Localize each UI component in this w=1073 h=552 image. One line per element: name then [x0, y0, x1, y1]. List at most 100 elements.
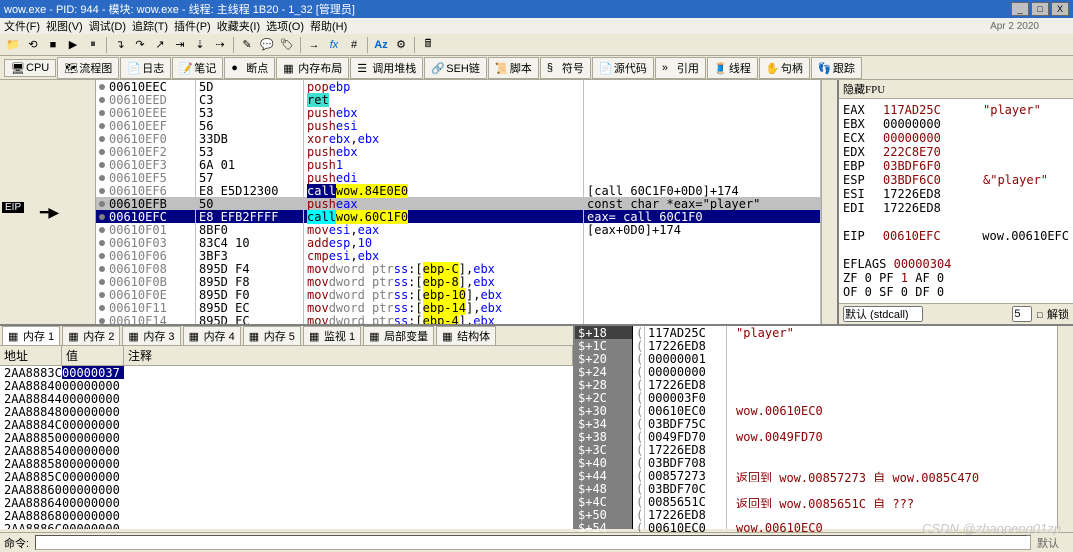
- disasm-instruction[interactable]: push esi: [304, 119, 583, 132]
- disasm-addr[interactable]: 00610F0E: [96, 288, 195, 301]
- maximize-button[interactable]: □: [1031, 2, 1049, 16]
- stack-comment[interactable]: 返回到 wow.00857273 自 wow.0085C470: [733, 469, 1057, 482]
- disasm-bytes[interactable]: 895D FC: [196, 314, 303, 324]
- dump-tab[interactable]: ▦内存 5: [243, 326, 301, 346]
- disasm-addr[interactable]: 00610EF2: [96, 145, 195, 158]
- stack-value[interactable]: 0049FD70: [645, 430, 726, 443]
- disasm-instruction[interactable]: push ebx: [304, 145, 583, 158]
- disasm-addr[interactable]: 00610F0B: [96, 275, 195, 288]
- disasm-bytes[interactable]: C3: [196, 93, 303, 106]
- stack-value[interactable]: 00610EC0: [645, 404, 726, 417]
- disasm-instruction[interactable]: xor ebx,ebx: [304, 132, 583, 145]
- stack-offset[interactable]: $+18: [575, 326, 632, 339]
- disasm-comment[interactable]: [call 60C1F0+0D0]+174: [584, 184, 820, 197]
- view-tab[interactable]: ✋句柄: [759, 57, 810, 79]
- disasm-bytes[interactable]: 895D F8: [196, 275, 303, 288]
- unlock-checkbox-label[interactable]: 解锁: [1047, 306, 1069, 322]
- disasm-instruction[interactable]: mov dword ptr ss:[ebp-C],ebx: [304, 262, 583, 275]
- dump-row[interactable]: 2AA8886C00000000: [0, 522, 573, 529]
- view-tab[interactable]: 👣跟踪: [811, 57, 862, 79]
- stack-value[interactable]: 17226ED8: [645, 378, 726, 391]
- stack-value[interactable]: 03BDF708: [645, 456, 726, 469]
- dump-body[interactable]: 2AA8883C000000372AA88840000000002AA88844…: [0, 366, 573, 529]
- disasm-instruction[interactable]: mov dword ptr ss:[ebp-14],ebx: [304, 301, 583, 314]
- dump-tab[interactable]: ▦监视 1: [303, 326, 361, 346]
- trace-into-icon[interactable]: ⇣: [191, 36, 209, 54]
- stack-comment[interactable]: wow.0049FD70: [733, 430, 1057, 443]
- command-input[interactable]: [35, 535, 1031, 550]
- stack-value[interactable]: 00000001: [645, 352, 726, 365]
- dump-row[interactable]: 2AA8885400000000: [0, 444, 573, 457]
- disasm-bytes[interactable]: 8BF0: [196, 223, 303, 236]
- stack-value[interactable]: 117AD25C: [645, 326, 726, 339]
- comment-icon[interactable]: 💬: [258, 36, 276, 54]
- pause-icon[interactable]: ⏸: [84, 36, 102, 54]
- patch-icon[interactable]: ✎: [238, 36, 256, 54]
- disasm-bytes[interactable]: E8 E5D12300: [196, 184, 303, 197]
- disasm-bytes[interactable]: 57: [196, 171, 303, 184]
- view-tab[interactable]: »引用: [655, 57, 706, 79]
- disasm-instruction[interactable]: push eax: [304, 197, 583, 210]
- stack-offset[interactable]: $+50: [575, 508, 632, 521]
- stack-offset[interactable]: $+2C: [575, 391, 632, 404]
- stack-comment[interactable]: [733, 443, 1057, 456]
- run-to-icon[interactable]: ⇥: [171, 36, 189, 54]
- eflags-row[interactable]: EFLAGS 00000304: [843, 257, 1069, 271]
- stack-offset[interactable]: $+38: [575, 430, 632, 443]
- disasm-instruction[interactable]: ret: [304, 93, 583, 106]
- dump-tab[interactable]: ▦内存 3: [122, 326, 180, 346]
- dump-row[interactable]: 2AA8884000000000: [0, 379, 573, 392]
- dump-col-value[interactable]: 值: [62, 346, 124, 365]
- stack-comment[interactable]: wow.00610EC0: [733, 404, 1057, 417]
- disasm-comment[interactable]: [eax+0D0]+174: [584, 223, 820, 236]
- disasm-addr[interactable]: 00610EF6: [96, 184, 195, 197]
- stack-panel[interactable]: $+18$+1C$+20$+24$+28$+2C$+30$+34$+38$+3C…: [575, 326, 1073, 529]
- disasm-instruction[interactable]: push edi: [304, 171, 583, 184]
- register-row[interactable]: EBP03BDF6F0: [843, 159, 1069, 173]
- run-icon[interactable]: ▶: [64, 36, 82, 54]
- view-tab[interactable]: 🖥CPU: [4, 59, 56, 77]
- disasm-scrollbar[interactable]: [821, 80, 837, 324]
- register-row[interactable]: EDI17226ED8: [843, 201, 1069, 215]
- stack-comment[interactable]: "player": [733, 326, 1057, 339]
- dump-row[interactable]: 2AA8886000000000: [0, 483, 573, 496]
- dump-tab[interactable]: ▦内存 4: [183, 326, 241, 346]
- disasm-addr[interactable]: 00610F06: [96, 249, 195, 262]
- disasm-bytes[interactable]: 50: [196, 197, 303, 210]
- stack-value[interactable]: 17226ED8: [645, 443, 726, 456]
- view-tab[interactable]: ●断点: [224, 57, 275, 79]
- menu-item[interactable]: 调试(D): [89, 18, 126, 34]
- disasm-addr[interactable]: 00610EEF: [96, 119, 195, 132]
- stack-offset[interactable]: $+20: [575, 352, 632, 365]
- disasm-bytes[interactable]: E8 EFB2FFFF: [196, 210, 303, 223]
- dump-tab[interactable]: ▦内存 2: [62, 326, 120, 346]
- disasm-comment[interactable]: [584, 93, 820, 106]
- view-tab[interactable]: 📄源代码: [592, 57, 654, 79]
- disasm-instruction[interactable]: cmp esi,ebx: [304, 249, 583, 262]
- step-out-icon[interactable]: ↗: [151, 36, 169, 54]
- disasm-bytes[interactable]: 56: [196, 119, 303, 132]
- open-icon[interactable]: 📁: [4, 36, 22, 54]
- stack-comment[interactable]: [733, 352, 1057, 365]
- stack-scrollbar[interactable]: [1057, 326, 1073, 529]
- disasm-addr[interactable]: 00610EEC: [96, 80, 195, 93]
- disasm-bytes[interactable]: 3BF3: [196, 249, 303, 262]
- goto-icon[interactable]: →: [305, 36, 323, 54]
- disasm-addr[interactable]: 00610EF0: [96, 132, 195, 145]
- menu-item[interactable]: 帮助(H): [310, 18, 347, 34]
- disasm-comment[interactable]: [584, 236, 820, 249]
- register-row[interactable]: EAX117AD25C"player": [843, 103, 1069, 117]
- view-tab[interactable]: 🔗SEH链: [424, 57, 487, 79]
- dump-row[interactable]: 2AA8884800000000: [0, 405, 573, 418]
- label-icon[interactable]: 🏷: [278, 36, 296, 54]
- disasm-bytes[interactable]: 83C4 10: [196, 236, 303, 249]
- disasm-bytes[interactable]: 33DB: [196, 132, 303, 145]
- disasm-comment[interactable]: const char *eax="player": [584, 197, 820, 210]
- register-row[interactable]: EDX222C8E70: [843, 145, 1069, 159]
- stack-offset[interactable]: $+44: [575, 469, 632, 482]
- disasm-addr[interactable]: 00610EF3: [96, 158, 195, 171]
- disasm-instruction[interactable]: mov dword ptr ss:[ebp-10],ebx: [304, 288, 583, 301]
- stack-value[interactable]: 03BDF75C: [645, 417, 726, 430]
- hash-icon[interactable]: #: [345, 36, 363, 54]
- disasm-bytes[interactable]: 6A 01: [196, 158, 303, 171]
